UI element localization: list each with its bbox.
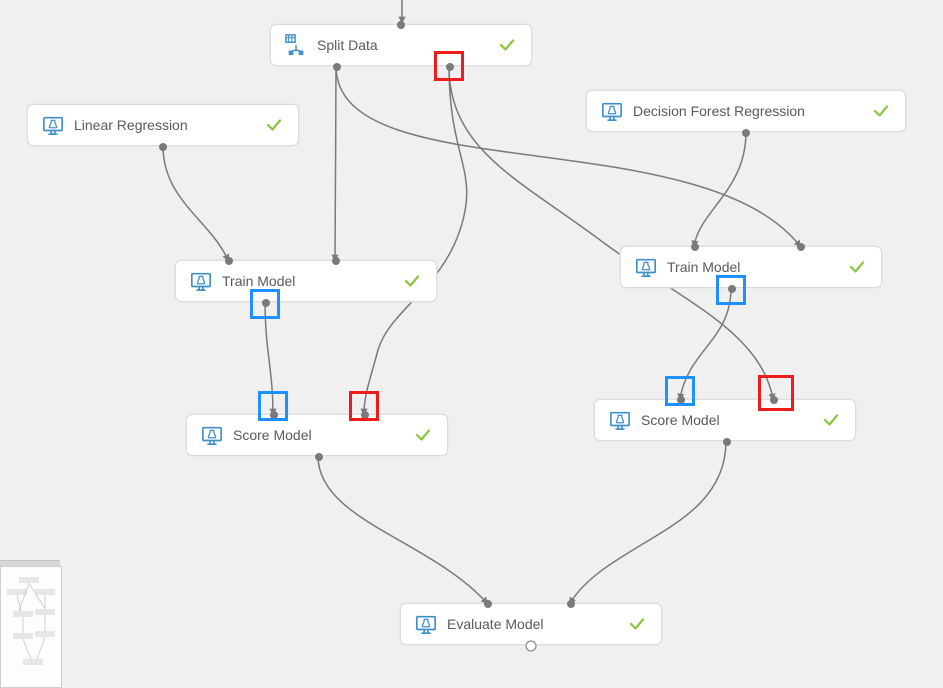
node-label: Split Data [317, 37, 489, 53]
port-in-left[interactable] [677, 396, 685, 404]
node-score-model-2[interactable]: Score Model [594, 399, 856, 441]
port-in-right[interactable] [332, 257, 340, 265]
node-split-data[interactable]: Split Data [270, 24, 532, 66]
experiment-icon [635, 256, 657, 278]
node-label: Linear Regression [74, 117, 256, 133]
status-ok-icon [264, 115, 284, 135]
experiment-icon [609, 409, 631, 431]
minimap[interactable] [0, 566, 62, 688]
status-ok-icon [847, 257, 867, 277]
port-out[interactable] [728, 285, 736, 293]
node-label: Decision Forest Regression [633, 103, 863, 119]
port-in-left[interactable] [270, 411, 278, 419]
experiment-icon [201, 424, 223, 446]
port-out[interactable] [742, 129, 750, 137]
status-ok-icon [413, 425, 433, 445]
port-in-right[interactable] [770, 396, 778, 404]
status-ok-icon [871, 101, 891, 121]
experiment-icon [601, 100, 623, 122]
data-split-icon [285, 34, 307, 56]
port-out-right[interactable] [446, 63, 454, 71]
experiment-canvas[interactable]: Split Data Linear Regression [0, 0, 943, 688]
port-out[interactable] [159, 143, 167, 151]
status-ok-icon [497, 35, 517, 55]
experiment-icon [415, 613, 437, 635]
status-ok-icon [821, 410, 841, 430]
port-in-left[interactable] [484, 600, 492, 608]
node-linear-regression[interactable]: Linear Regression [27, 104, 299, 146]
port-in-left[interactable] [691, 243, 699, 251]
port-out-left[interactable] [333, 63, 341, 71]
port-out[interactable] [723, 438, 731, 446]
node-label: Train Model [667, 259, 839, 275]
port-out[interactable] [526, 641, 537, 652]
port-in-right[interactable] [797, 243, 805, 251]
node-train-model-2[interactable]: Train Model [620, 246, 882, 288]
node-decision-forest-regression[interactable]: Decision Forest Regression [586, 90, 906, 132]
node-label: Score Model [233, 427, 405, 443]
node-train-model-1[interactable]: Train Model [175, 260, 437, 302]
port-in-left[interactable] [225, 257, 233, 265]
node-label: Evaluate Model [447, 616, 619, 632]
experiment-icon [42, 114, 64, 136]
status-ok-icon [402, 271, 422, 291]
node-label: Score Model [641, 412, 813, 428]
port-in[interactable] [397, 21, 405, 29]
port-in-right[interactable] [567, 600, 575, 608]
node-score-model-1[interactable]: Score Model [186, 414, 448, 456]
node-label: Train Model [222, 273, 394, 289]
port-out[interactable] [262, 299, 270, 307]
status-ok-icon [627, 614, 647, 634]
node-evaluate-model[interactable]: Evaluate Model [400, 603, 662, 645]
experiment-icon [190, 270, 212, 292]
port-in-right[interactable] [361, 411, 369, 419]
port-out[interactable] [315, 453, 323, 461]
